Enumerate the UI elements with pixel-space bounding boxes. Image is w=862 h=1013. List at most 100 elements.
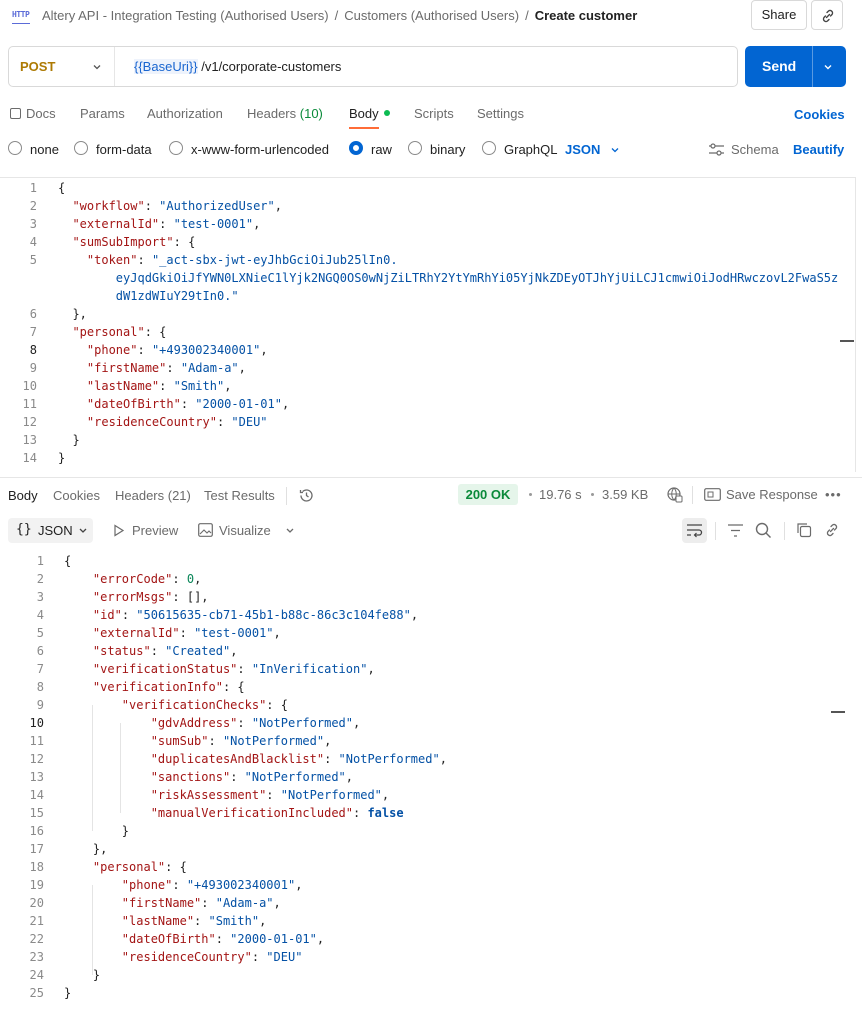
- radio-graphql[interactable]: [482, 141, 496, 155]
- send-button[interactable]: Send: [745, 46, 846, 87]
- copy-link-button[interactable]: [811, 0, 843, 30]
- code-line: 24 }: [0, 966, 850, 984]
- line-number: 25: [29, 986, 44, 1000]
- tab-scripts[interactable]: Scripts: [414, 106, 454, 121]
- body-mode-bar: none form-data x-www-form-urlencoded raw…: [0, 137, 862, 161]
- tab-headers-count: (10): [299, 106, 323, 121]
- radio-none-label[interactable]: none: [30, 142, 59, 157]
- json-string: "test-0001": [194, 626, 274, 640]
- tab-body[interactable]: Body: [349, 106, 390, 121]
- json-key: "externalId": [92, 626, 180, 640]
- request-body-editor[interactable]: 1{2 "workflow": "AuthorizedUser", 3 "exte…: [0, 177, 856, 472]
- breadcrumb-folder[interactable]: Customers (Authorised Users): [344, 8, 519, 23]
- preview-button[interactable]: Preview: [132, 523, 178, 538]
- filter-icon[interactable]: [727, 523, 744, 538]
- search-icon[interactable]: [755, 522, 772, 539]
- divider: [692, 486, 693, 504]
- method-select[interactable]: POST: [9, 47, 115, 86]
- code-text: "dateOfBirth": "2000-01-01",: [121, 932, 325, 946]
- active-tab-underline: [349, 127, 379, 129]
- line-number: 2: [36, 572, 44, 586]
- response-format-select[interactable]: {} JSON: [8, 518, 93, 543]
- line-number: 17: [29, 842, 44, 856]
- code-text: {: [58, 181, 66, 195]
- code-text: "firstName": "Adam-a",: [121, 896, 281, 910]
- code-line: 2 "errorCode": 0,: [0, 570, 850, 588]
- response-tab-body[interactable]: Body: [8, 488, 38, 503]
- response-tab-headers[interactable]: Headers (21): [115, 488, 191, 503]
- json-key: "manualVerificationIncluded": [150, 806, 353, 820]
- body-format-label: JSON: [565, 142, 601, 157]
- chevron-down-icon[interactable]: [285, 526, 295, 536]
- line-number: 20: [29, 896, 44, 910]
- response-tab-test-results[interactable]: Test Results: [204, 488, 275, 503]
- status-badge[interactable]: 200 OK: [458, 484, 518, 505]
- wrap-lines-button[interactable]: [682, 518, 707, 543]
- link-icon[interactable]: [824, 522, 840, 538]
- copy-icon[interactable]: [796, 522, 812, 538]
- json-string: "NotPerformed": [222, 734, 325, 748]
- tab-headers[interactable]: Headers (10): [247, 106, 323, 121]
- radio-none[interactable]: [8, 141, 22, 155]
- radio-binary[interactable]: [408, 141, 422, 155]
- breadcrumb-current[interactable]: Create customer: [535, 8, 638, 23]
- code-text: }: [72, 433, 80, 447]
- chevron-down-icon: [611, 148, 619, 153]
- line-number: 10: [22, 379, 37, 393]
- code-line: 20 "firstName": "Adam-a",: [0, 894, 850, 912]
- code-line: 21 "lastName": "Smith",: [0, 912, 850, 930]
- response-size[interactable]: 3.59 KB: [602, 487, 648, 502]
- json-key: "sanctions": [150, 770, 231, 784]
- code-text: "duplicatesAndBlacklist": "NotPerformed"…: [150, 752, 447, 766]
- radio-form-data[interactable]: [74, 141, 88, 155]
- response-body-viewer[interactable]: 1{2 "errorCode": 0, 3 "errorMsgs": [], 4 "…: [0, 551, 856, 1011]
- body-format-select[interactable]: JSON: [565, 142, 619, 157]
- network-globe-icon[interactable]: [666, 486, 683, 503]
- code-line: 6 },: [0, 305, 850, 323]
- code-text: "residenceCountry": "DEU": [121, 950, 303, 964]
- radio-form-data-label[interactable]: form-data: [96, 142, 152, 157]
- tab-params[interactable]: Params: [80, 106, 125, 121]
- response-tab-cookies[interactable]: Cookies: [53, 488, 100, 503]
- method-label: POST: [20, 59, 56, 74]
- beautify-button[interactable]: Beautify: [793, 142, 844, 157]
- json-key: "id": [92, 608, 122, 622]
- tab-docs[interactable]: Docs: [10, 106, 56, 121]
- breadcrumb-collection[interactable]: Altery API - Integration Testing (Author…: [42, 8, 329, 23]
- image-icon: [198, 523, 213, 537]
- line-number: 13: [22, 433, 37, 447]
- share-button[interactable]: Share: [751, 0, 807, 30]
- tab-settings[interactable]: Settings: [477, 106, 524, 121]
- chevron-down-icon[interactable]: [823, 62, 833, 72]
- json-number: 0: [186, 572, 195, 586]
- code-text: eyJqdGkiOiJfYWN0LXNieC1lYjk2NGQ0OS0wNjZi…: [58, 269, 838, 287]
- tab-authorization[interactable]: Authorization: [147, 106, 223, 121]
- json-key: "verificationChecks": [121, 698, 267, 712]
- divider: [715, 522, 716, 540]
- code-text: "externalId": "test-0001",: [92, 626, 281, 640]
- url-variable: {{BaseUri}}: [134, 59, 198, 74]
- cookies-link[interactable]: Cookies: [794, 107, 845, 122]
- more-options-icon[interactable]: •••: [825, 487, 842, 502]
- chevron-down-icon: [79, 528, 87, 533]
- json-key: "status": [92, 644, 151, 658]
- line-number: 24: [29, 968, 44, 982]
- line-number: 1: [36, 554, 44, 568]
- radio-raw-label[interactable]: raw: [371, 142, 392, 157]
- indent-guide: [120, 723, 121, 813]
- code-line: 10 "lastName": "Smith",: [0, 377, 850, 395]
- history-icon[interactable]: [298, 487, 315, 504]
- response-time[interactable]: 19.76 s: [539, 487, 582, 502]
- save-response-button[interactable]: Save Response: [726, 487, 818, 502]
- radio-urlencoded-label[interactable]: x-www-form-urlencoded: [191, 142, 329, 157]
- radio-binary-label[interactable]: binary: [430, 142, 465, 157]
- url-bar: POST {{BaseUri}} /v1/corporate-customers: [8, 46, 738, 87]
- radio-urlencoded[interactable]: [169, 141, 183, 155]
- code-text: },: [92, 842, 108, 856]
- visualize-button[interactable]: Visualize: [219, 523, 271, 538]
- json-key: "verificationStatus": [92, 662, 238, 676]
- url-input[interactable]: {{BaseUri}} /v1/corporate-customers: [134, 59, 341, 74]
- radio-raw[interactable]: [349, 141, 363, 155]
- code-line: 25}: [0, 984, 850, 1002]
- radio-graphql-label[interactable]: GraphQL: [504, 142, 557, 157]
